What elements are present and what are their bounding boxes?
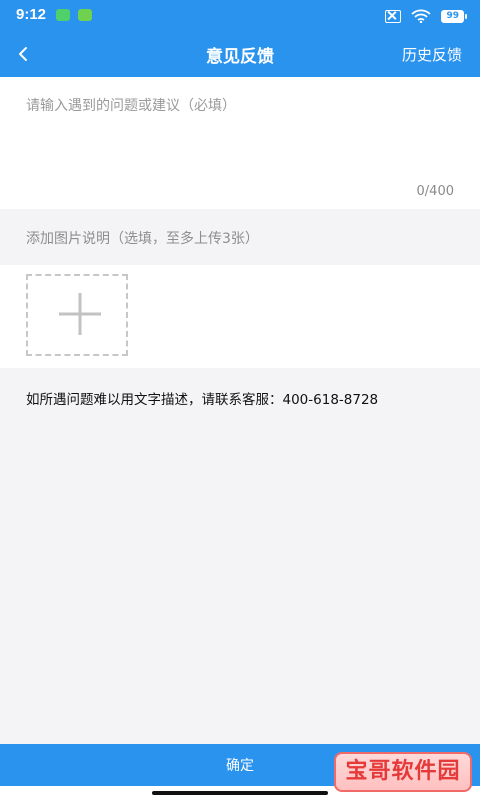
image-upload-area xyxy=(0,265,480,368)
message-icon xyxy=(78,9,92,21)
plus-icon xyxy=(59,293,101,335)
contact-info: 如所遇问题难以用文字描述，请联系客服：400-618-8728 xyxy=(26,392,379,408)
image-section-header: 添加图片说明（选填，至多上传3张） xyxy=(0,209,480,265)
status-bar: 9:12 99 xyxy=(0,0,480,32)
feedback-textarea[interactable] xyxy=(26,95,456,175)
feedback-input-area: 0/400 xyxy=(0,77,480,209)
image-section-label: 添加图片说明（选填，至多上传3张） xyxy=(26,231,259,247)
add-image-button[interactable] xyxy=(26,274,128,356)
char-counter: 0/400 xyxy=(416,184,454,199)
nav-bar: 意见反馈 历史反馈 xyxy=(0,32,480,77)
status-time: 9:12 xyxy=(16,6,47,23)
battery-level: 99 xyxy=(446,11,459,21)
sim-off-icon xyxy=(385,9,402,23)
home-indicator[interactable] xyxy=(152,791,328,795)
wifi-icon xyxy=(411,9,432,23)
watermark: 宝哥软件园 xyxy=(334,752,472,792)
status-indicators: 99 xyxy=(385,7,467,25)
wechat-icon xyxy=(56,9,70,21)
history-feedback-link[interactable]: 历史反馈 xyxy=(402,44,462,65)
battery-icon: 99 xyxy=(441,9,467,23)
